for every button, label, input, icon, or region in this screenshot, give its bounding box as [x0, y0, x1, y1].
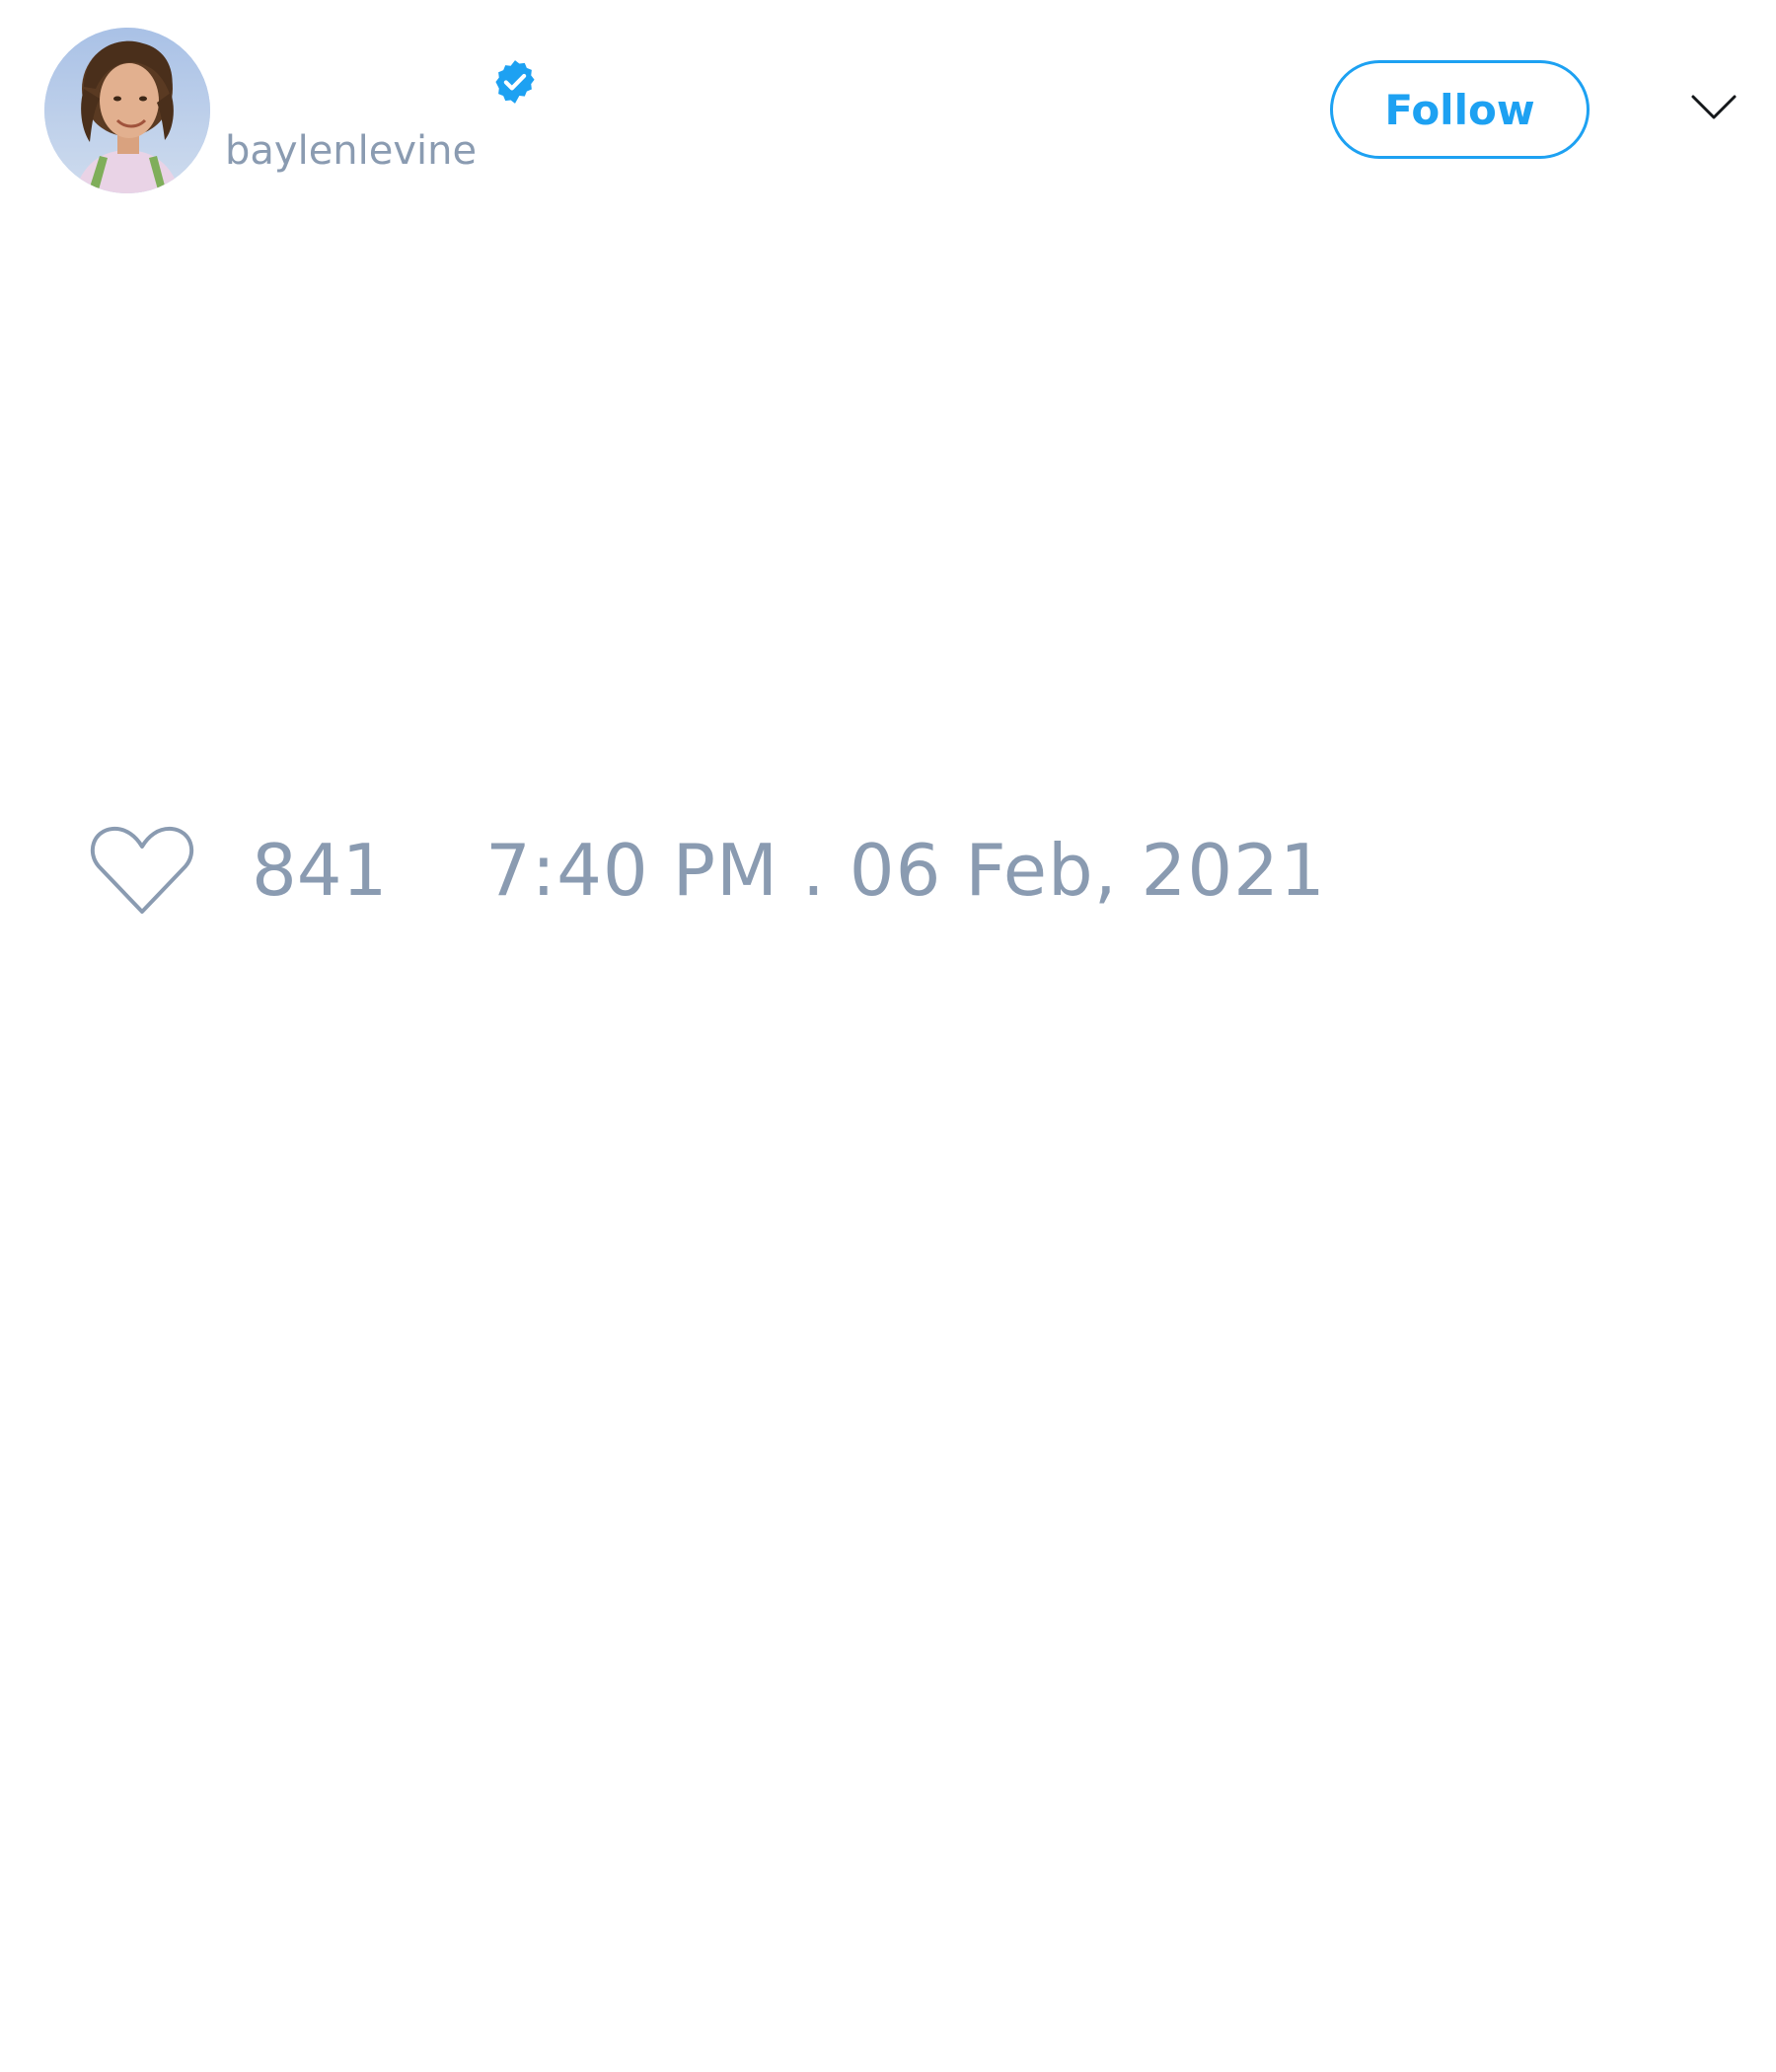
tweet-card: baylenlevine Follow 841 7:40 PM . 06 Feb… [0, 0, 1776, 2072]
profile-photo [44, 28, 210, 193]
follow-button[interactable]: Follow [1330, 60, 1590, 159]
timestamp[interactable]: 7:40 PM . 06 Feb, 2021 [485, 827, 1326, 914]
display-name[interactable] [225, 57, 481, 103]
username[interactable]: baylenlevine [225, 126, 477, 176]
verified-badge-icon [490, 57, 540, 107]
chevron-down-icon[interactable] [1690, 91, 1738, 122]
like-count: 841 [252, 829, 388, 912]
heart-icon[interactable] [89, 823, 195, 918]
avatar[interactable] [44, 28, 210, 193]
